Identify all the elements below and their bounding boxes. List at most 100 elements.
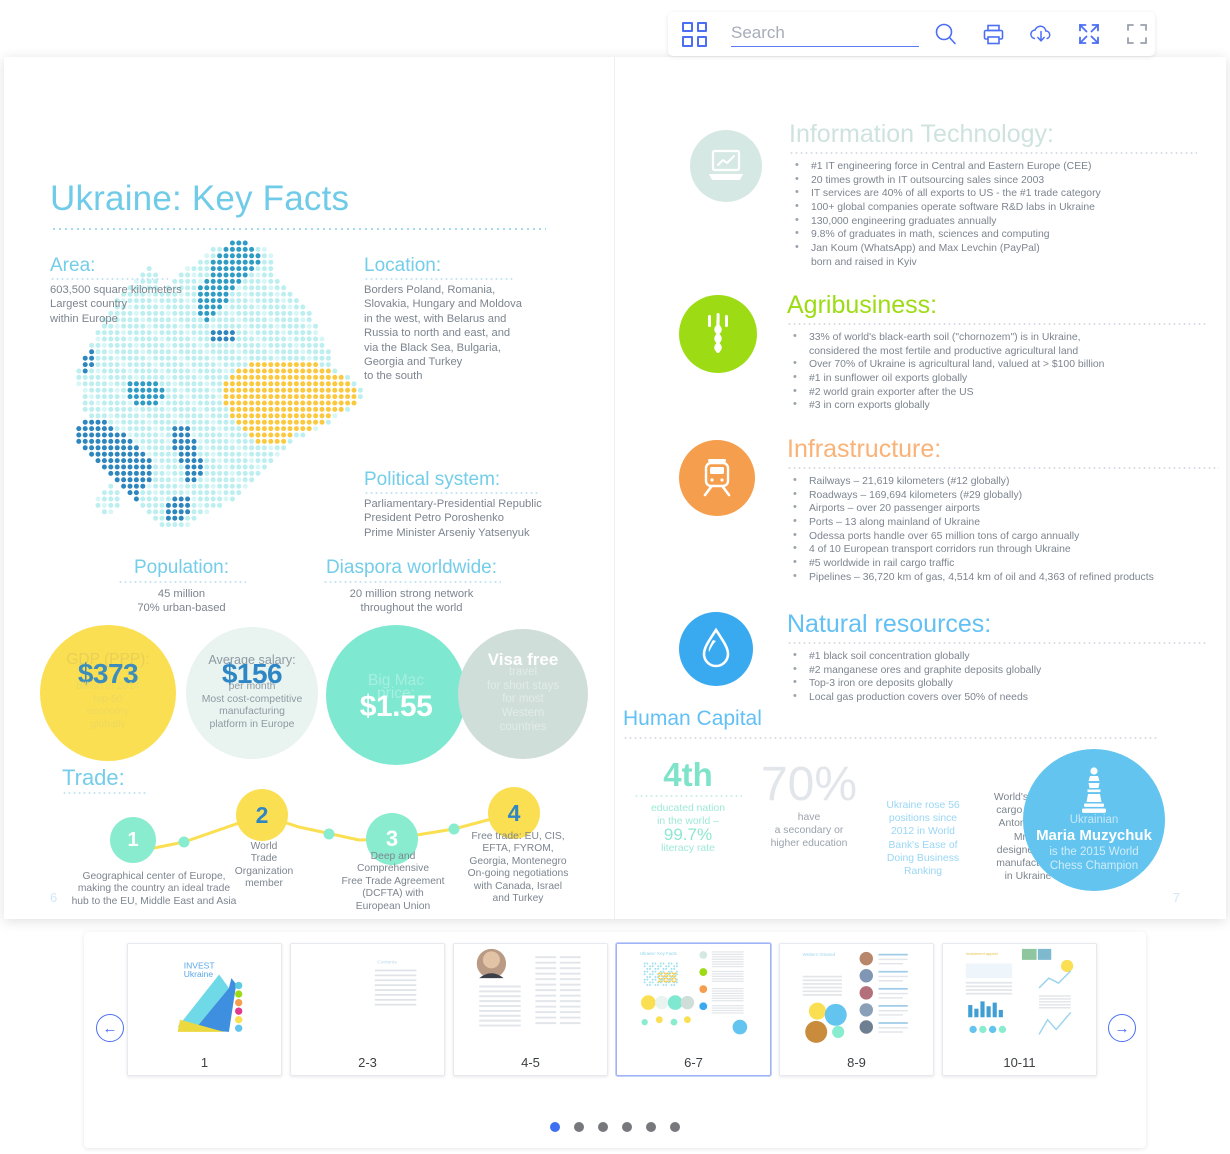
hc-col1-divider xyxy=(634,795,742,797)
list-item: #2 manganese ores and graphite deposits … xyxy=(787,663,1217,677)
list-item: considered the most fertile and producti… xyxy=(809,345,1079,357)
pagination-dot[interactable] xyxy=(646,1122,656,1132)
hc-percent-label: have a secondary or higher education xyxy=(770,812,848,850)
stat-circle-salary: Average salary: $156 per month Most cost… xyxy=(186,627,318,759)
expand-button[interactable] xyxy=(1076,21,1102,47)
list-item: #1 in sunflower oil exports globally xyxy=(787,371,1217,385)
political-system-heading: Political system: xyxy=(364,469,501,490)
list-item: 20 times growth in IT outsourcing sales … xyxy=(789,173,1209,187)
trade-node-2: 2 xyxy=(236,789,288,841)
svg-text:Western Oriented: Western Oriented xyxy=(803,952,836,957)
human-capital-divider xyxy=(623,737,1159,739)
svg-text:Contents: Contents xyxy=(377,960,397,966)
list-item: #1 black soil concentration globally xyxy=(787,649,1217,663)
thumbnail-label: 10-11 xyxy=(1003,1054,1036,1070)
expand-icon xyxy=(1079,24,1099,44)
chess-circle-name: Maria Muzychuk xyxy=(1036,827,1152,844)
list-item: #3 in corn exports globally xyxy=(787,398,1217,412)
page-left: Ukraine: Key Facts Area: 603,500 square … xyxy=(4,57,615,919)
search-area xyxy=(731,21,919,47)
pagination-dot[interactable] xyxy=(574,1122,584,1132)
human-capital-col-education: 4th educated nation in the world – 99.7%… xyxy=(629,757,747,855)
thumbnail-4-5[interactable]: 4-5 xyxy=(453,943,608,1076)
thumbnail-preview: INVEST Ukraine xyxy=(128,944,281,1049)
fullscreen-button[interactable] xyxy=(1124,21,1150,47)
section-natural-resources-list: #1 black soil concentration globally #2 … xyxy=(787,649,1217,704)
list-item: Pipelines – 36,720 km of gas, 4,514 km o… xyxy=(787,570,1226,584)
thumbnail-preview: Ukraine: Key Facts xyxy=(617,944,770,1049)
population-body: 45 million 70% urban-based xyxy=(137,588,226,615)
thumbnail-8-9[interactable]: Western Oriented 8-9 xyxy=(779,943,934,1076)
search-button[interactable] xyxy=(933,21,959,47)
population-block: Population: 45 million 70% urban-based xyxy=(94,557,269,616)
page-right: Information Technology: #1 IT engineerin… xyxy=(615,57,1226,919)
section-it-title: Information Technology: xyxy=(789,120,1054,148)
area-heading: Area: xyxy=(50,255,96,276)
fullscreen-icon xyxy=(1127,24,1147,44)
stat-gdp-sub: billion in 2014 top-50 economy globally xyxy=(76,681,140,730)
stat-bigmac-value: $1.55 xyxy=(359,690,433,724)
pagination-dot[interactable] xyxy=(670,1122,680,1132)
area-block: Area: 603,500 square kilometers Largest … xyxy=(50,255,230,326)
pagination-dot[interactable] xyxy=(550,1122,560,1132)
area-body: 603,500 square kilometers Largest countr… xyxy=(50,284,182,325)
stat-circle-gdp: GDP (PPP): $373 billion in 2014 top-50 e… xyxy=(40,625,176,761)
political-system-divider xyxy=(364,492,539,494)
stat-circle-bigmac: Big Mac price: $1.55 xyxy=(326,625,466,765)
section-it-list: #1 IT engineering force in Central and E… xyxy=(789,159,1209,269)
viewer-toolbar xyxy=(668,12,1155,56)
thumbnail-label: 6-7 xyxy=(684,1054,703,1070)
thumbnail-1[interactable]: INVEST Ukraine 1 xyxy=(127,943,282,1076)
chess-queen-icon xyxy=(1023,765,1165,823)
diaspora-block: Diaspora worldwide: 20 million strong ne… xyxy=(294,557,529,616)
svg-text:Investment appeal: Investment appeal xyxy=(966,951,998,956)
list-item: Local gas production covers over 50% of … xyxy=(787,690,1217,704)
list-item: Over 70% of Ukraine is agricultural land… xyxy=(787,357,1217,371)
hc-literacy-label: literacy rate xyxy=(661,842,715,854)
diaspora-body: 20 million strong network throughout the… xyxy=(349,588,474,615)
search-input[interactable] xyxy=(731,21,919,47)
section-natural-resources-body: Natural resources: #1 black soil concent… xyxy=(787,610,1217,705)
pagination-dot[interactable] xyxy=(622,1122,632,1132)
area-divider xyxy=(50,278,168,280)
print-button[interactable] xyxy=(981,22,1006,47)
section-natural-resources-title: Natural resources: xyxy=(787,610,992,638)
download-button[interactable] xyxy=(1028,21,1054,47)
thumbnail-preview: Contents xyxy=(291,944,444,1049)
thumbnail-2-3[interactable]: Contents 2-3 xyxy=(290,943,445,1076)
trade-caption-1: Geographical center of Europe, making th… xyxy=(71,871,237,907)
list-item: Railways – 21,619 kilometers (#12 global… xyxy=(787,474,1226,488)
section-infrastructure-divider xyxy=(787,467,1219,469)
list-item: 9.8% of graduates in math, sciences and … xyxy=(789,227,1209,241)
human-capital-col-secondary: 70% have a secondary or higher education xyxy=(745,759,873,851)
thumbnail-10-11[interactable]: Investment appeal 10-11 xyxy=(942,943,1097,1076)
location-divider xyxy=(364,278,514,280)
stat-circles: GDP (PPP): $373 billion in 2014 top-50 e… xyxy=(40,625,588,765)
prev-page-button[interactable]: ← xyxy=(96,1014,124,1042)
grid-view-button[interactable] xyxy=(682,21,707,47)
thumbnail-6-7[interactable]: Ukraine: Key Facts 6-7 xyxy=(616,943,771,1076)
section-it-body: Information Technology: #1 IT engineerin… xyxy=(789,120,1209,270)
list-item: Odessa ports handle over 65 million tons… xyxy=(787,529,1226,543)
water-drop-icon xyxy=(679,612,753,686)
list-item: #2 world grain exporter after the US xyxy=(787,385,1217,399)
diaspora-divider xyxy=(322,581,501,583)
print-icon xyxy=(983,24,1004,44)
document-spread: Ukraine: Key Facts Area: 603,500 square … xyxy=(4,57,1226,919)
list-item: Ports – 13 along mainland of Ukraine xyxy=(787,515,1226,529)
grid-icon xyxy=(682,21,707,47)
trade-timeline: 1 2 3 4 Geographical center of Europe, m… xyxy=(44,787,584,912)
list-item: #1 IT engineering force in Central and E… xyxy=(789,159,1209,173)
list-item: 4 of 10 European transport corridors run… xyxy=(787,542,1226,556)
human-capital-block: 4th educated nation in the world – 99.7%… xyxy=(623,747,1183,907)
next-page-button[interactable]: → xyxy=(1108,1014,1136,1042)
human-capital-col-doing-business: Ukraine rose 56 positions since 2012 in … xyxy=(867,799,979,878)
section-infrastructure-body: Infrastructure: Railways – 21,619 kilome… xyxy=(787,435,1226,585)
trade-caption-4: Free trade: EU, CIS, EFTA, FYROM, Georgi… xyxy=(467,831,569,905)
stat-salary-value: $156 xyxy=(221,657,283,689)
section-natural-resources-divider xyxy=(787,642,1207,644)
location-block: Location: Borders Poland, Romania, Slova… xyxy=(364,255,564,384)
pagination-dot[interactable] xyxy=(598,1122,608,1132)
thumbnail-label: 8-9 xyxy=(847,1054,866,1070)
list-item: IT services are 40% of all exports to US… xyxy=(789,186,1209,200)
